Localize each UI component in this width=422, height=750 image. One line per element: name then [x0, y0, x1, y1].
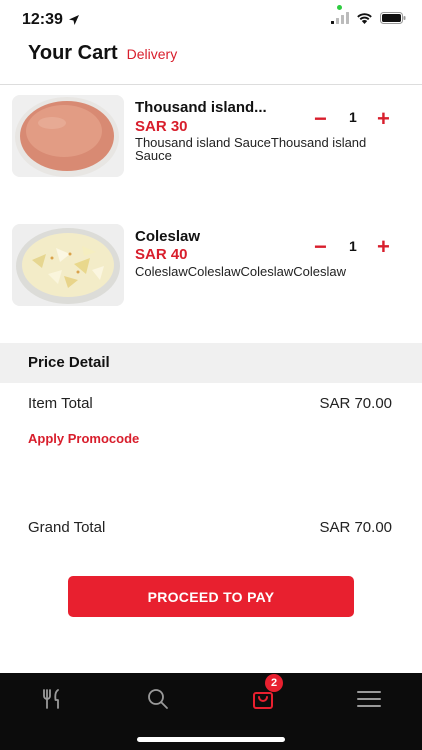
- decrease-quantity-button[interactable]: −: [314, 236, 327, 258]
- home-indicator[interactable]: [137, 737, 285, 742]
- status-time-text: 12:39: [22, 11, 63, 28]
- quantity-value: 1: [349, 238, 357, 254]
- delivery-mode-label: Delivery: [126, 46, 178, 62]
- cart-item: Thousand island... SAR 30 Thousand islan…: [0, 93, 422, 183]
- item-price: SAR 30: [135, 118, 188, 135]
- nav-menu[interactable]: [28, 683, 78, 715]
- battery-icon: [380, 12, 406, 24]
- price-detail-header: Price Detail: [0, 343, 422, 383]
- grand-total-value: SAR 70.00: [319, 519, 392, 536]
- grand-total-label: Grand Total: [28, 519, 106, 536]
- item-price: SAR 40: [135, 246, 188, 263]
- cellular-signal-icon: [331, 12, 349, 24]
- apply-promocode-link[interactable]: Apply Promocode: [28, 431, 139, 446]
- status-bar: 12:39: [0, 0, 422, 40]
- price-detail-title: Price Detail: [28, 354, 110, 371]
- thousand-island-sauce-image: [12, 95, 124, 177]
- increase-quantity-button[interactable]: +: [377, 236, 390, 258]
- header-divider: [0, 84, 422, 85]
- status-icons: [331, 12, 406, 24]
- privacy-indicator-dot: [337, 5, 342, 10]
- coleslaw-image: [12, 224, 124, 306]
- hamburger-menu-icon: [357, 691, 381, 707]
- increase-quantity-button[interactable]: +: [377, 108, 390, 130]
- proceed-to-pay-button[interactable]: PROCEED TO PAY: [68, 576, 354, 617]
- item-total-value: SAR 70.00: [319, 395, 392, 412]
- menu-utensils-icon: [43, 689, 59, 709]
- item-total-label: Item Total: [28, 395, 93, 412]
- cart-item: Coleslaw SAR 40 ColeslawColeslawColeslaw…: [0, 222, 422, 312]
- decrease-quantity-button[interactable]: −: [314, 108, 327, 130]
- nav-more[interactable]: [344, 683, 394, 715]
- nav-search[interactable]: [133, 683, 183, 715]
- item-name: Coleslaw: [135, 228, 201, 245]
- item-description: Thousand island SauceThousand island Sau…: [135, 135, 367, 163]
- nav-cart[interactable]: 2: [238, 674, 288, 715]
- search-icon: [148, 689, 168, 709]
- wifi-icon: [357, 13, 372, 24]
- item-name: Thousand island...: [135, 99, 267, 116]
- cart-count-badge: 2: [265, 674, 283, 692]
- page-title: Your Cart: [28, 42, 118, 64]
- cart-header: Your Cart Delivery: [28, 42, 177, 65]
- quantity-value: 1: [349, 109, 357, 125]
- location-arrow-icon: [68, 15, 79, 25]
- status-time: 12:39: [22, 11, 80, 29]
- item-description: ColeslawColeslawColeslawColeslaw: [135, 264, 346, 279]
